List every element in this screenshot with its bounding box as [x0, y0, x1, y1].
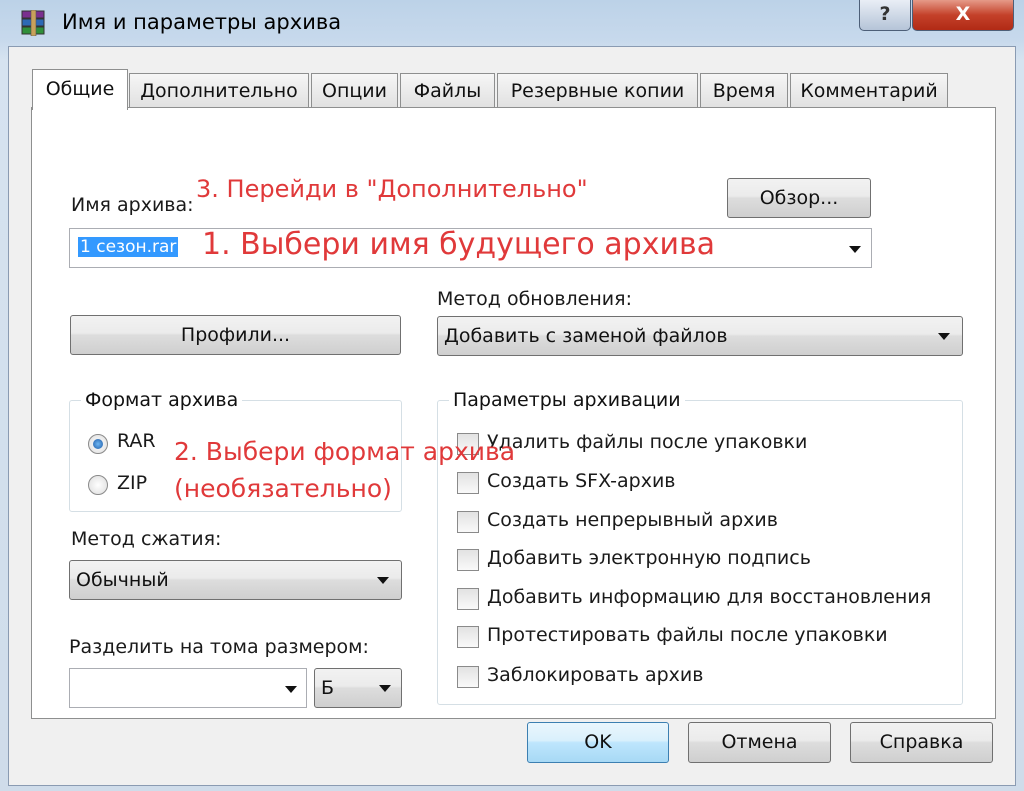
tab-files[interactable]: Файлы — [400, 73, 495, 107]
profiles-button[interactable]: Профили... — [70, 315, 401, 355]
help-title-button[interactable]: ? — [859, 0, 911, 31]
update-method-select[interactable]: Добавить с заменой файлов — [437, 316, 963, 356]
radio-zip-label[interactable]: ZIP — [117, 472, 147, 494]
checkbox-recovery-record[interactable] — [457, 588, 479, 610]
close-button[interactable]: X — [912, 0, 1014, 31]
archive-name-value: 1 сезон.rar — [78, 237, 179, 257]
tab-time[interactable]: Время — [700, 73, 788, 107]
winrar-app-icon — [21, 10, 45, 36]
annotation-step1: 1. Выбери имя будущего архива — [202, 227, 716, 262]
archive-format-legend: Формат архива — [81, 389, 243, 411]
chevron-down-icon — [377, 577, 389, 584]
help-button[interactable]: Справка — [850, 722, 993, 763]
tab-general[interactable]: Общие — [32, 69, 128, 110]
cancel-button[interactable]: Отмена — [688, 722, 831, 763]
radio-selected-dot — [93, 439, 103, 449]
checkbox-delete-files-label[interactable]: Удалить файлы после упаковки — [487, 431, 807, 453]
archive-name-label: Имя архива: — [71, 194, 194, 216]
annotation-step3: 3. Перейди в "Дополнительно" — [196, 175, 588, 203]
checkbox-lock-archive[interactable] — [457, 666, 479, 688]
checkbox-solid-archive[interactable] — [457, 511, 479, 533]
checkbox-digital-signature[interactable] — [457, 549, 479, 571]
close-icon: X — [955, 3, 971, 25]
chevron-down-icon[interactable] — [285, 686, 297, 693]
browse-button[interactable]: Обзор... — [727, 178, 871, 218]
compression-method-value: Обычный — [76, 569, 169, 591]
title-bar[interactable]: Имя и параметры архива ? X — [0, 0, 1024, 46]
split-volumes-label: Разделить на тома размером: — [69, 636, 369, 658]
tab-backup[interactable]: Резервные копии — [497, 73, 698, 107]
split-unit-select[interactable]: Б — [314, 668, 402, 708]
compression-method-select[interactable]: Обычный — [69, 560, 402, 600]
annotation-step2-line2: (необязательно) — [174, 474, 392, 503]
ok-button[interactable]: OK — [527, 722, 669, 763]
chevron-down-icon — [379, 685, 391, 692]
chevron-down-icon[interactable] — [849, 246, 861, 253]
dialog-client-area: Общие Дополнительно Опции Файлы Резервны… — [8, 46, 1016, 786]
checkbox-test-files-label[interactable]: Протестировать файлы после упаковки — [487, 624, 888, 646]
split-unit-value: Б — [321, 677, 335, 699]
tab-options[interactable]: Опции — [311, 73, 398, 107]
checkbox-test-files[interactable] — [457, 626, 479, 648]
dialog-window: Имя и параметры архива ? X Общие Дополни… — [0, 0, 1024, 791]
compression-method-label: Метод сжатия: — [71, 528, 222, 550]
archive-options-legend: Параметры архивации — [449, 389, 685, 411]
tab-comment[interactable]: Комментарий — [790, 73, 948, 107]
update-method-label: Метод обновления: — [437, 288, 632, 310]
checkbox-solid-archive-label[interactable]: Создать непрерывный архив — [487, 509, 778, 531]
radio-rar-label[interactable]: RAR — [117, 430, 156, 452]
split-size-combobox[interactable] — [69, 668, 307, 708]
chevron-down-icon — [938, 333, 950, 340]
tab-advanced[interactable]: Дополнительно — [129, 73, 309, 107]
window-title: Имя и параметры архива — [62, 10, 342, 34]
checkbox-digital-signature-label[interactable]: Добавить электронную подпись — [487, 547, 811, 569]
checkbox-create-sfx-label[interactable]: Создать SFX-архив — [487, 470, 676, 492]
radio-zip[interactable] — [88, 475, 108, 495]
update-method-value: Добавить с заменой файлов — [444, 325, 728, 347]
general-tab-panel: Имя архива: Обзор... 1 сезон.rar Метод о… — [31, 107, 996, 719]
checkbox-create-sfx[interactable] — [457, 472, 479, 494]
radio-rar[interactable] — [88, 434, 108, 454]
annotation-step2-line1: 2. Выбери формат архива — [174, 437, 516, 466]
checkbox-recovery-record-label[interactable]: Добавить информацию для восстановления — [487, 586, 931, 608]
checkbox-lock-archive-label[interactable]: Заблокировать архив — [487, 664, 703, 686]
